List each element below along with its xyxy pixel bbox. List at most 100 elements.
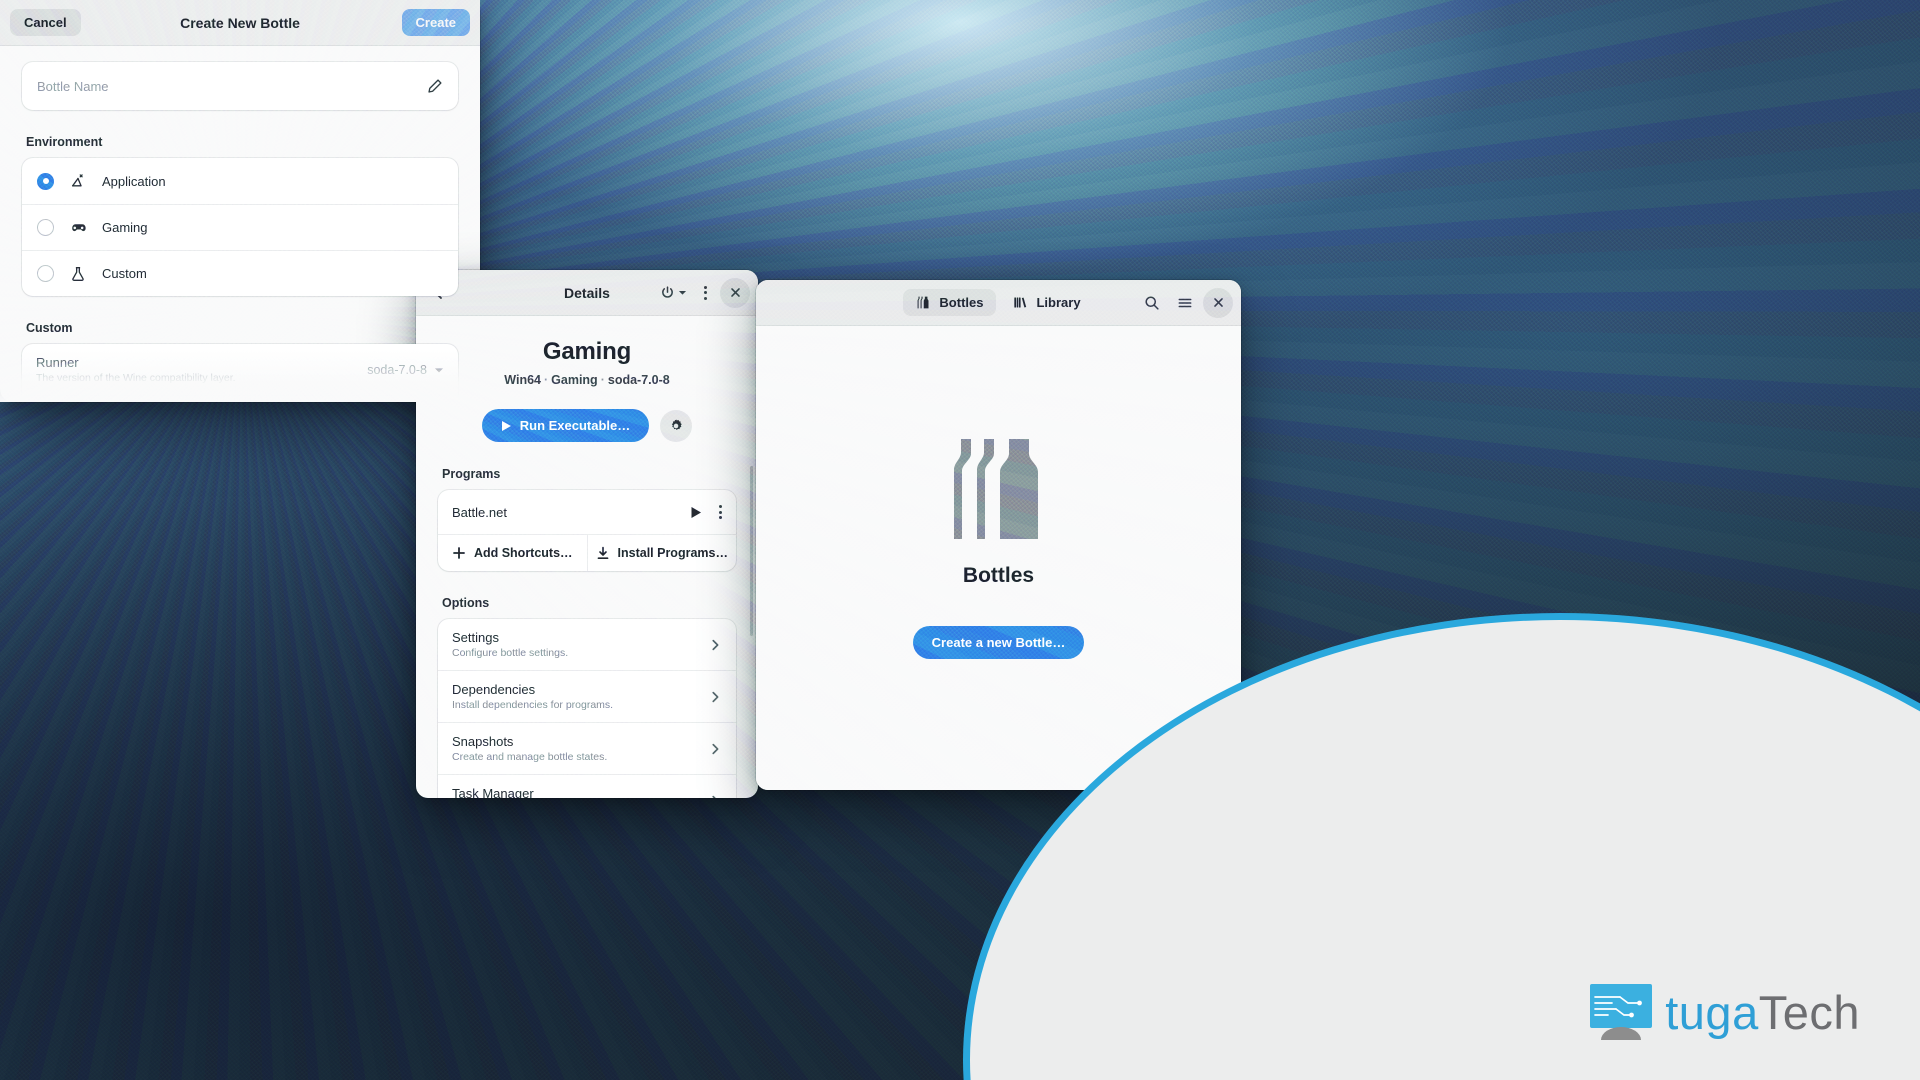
search-icon bbox=[1145, 295, 1159, 310]
program-menu-icon[interactable] bbox=[719, 505, 722, 519]
option-title: Settings bbox=[452, 630, 499, 645]
runner-dropdown[interactable]: soda-7.0-8 bbox=[367, 363, 444, 377]
env-label: Gaming bbox=[102, 220, 148, 235]
brand-text-secondary: Tech bbox=[1758, 985, 1860, 1039]
dialog-body: Bottle Name Environment Application Gami… bbox=[0, 46, 480, 402]
env-option-custom[interactable]: Custom bbox=[22, 250, 458, 296]
programs-card: Battle.net Add Shortcuts… Install Progra… bbox=[438, 490, 736, 571]
option-subtitle: Configure bottle settings. bbox=[452, 647, 569, 659]
bottle-meta: Win64 · Gaming · soda-7.0-8 bbox=[504, 373, 670, 387]
runner-value: soda-7.0-8 bbox=[367, 362, 427, 377]
install-programs-label: Install Programs… bbox=[617, 546, 728, 560]
search-button[interactable] bbox=[1137, 288, 1167, 318]
application-icon bbox=[68, 173, 88, 189]
program-name: Battle.net bbox=[452, 504, 507, 520]
env-label: Application bbox=[102, 173, 166, 189]
bottles-icon bbox=[918, 296, 929, 309]
options-section-label: Options bbox=[442, 596, 490, 610]
details-actions: Run Executable… bbox=[438, 409, 736, 442]
close-button[interactable] bbox=[720, 277, 750, 308]
programs-actions: Add Shortcuts… Install Programs… bbox=[438, 534, 736, 571]
option-subtitle: Install dependencies for programs. bbox=[452, 699, 614, 711]
play-icon bbox=[501, 420, 511, 431]
custom-card: Runner The version of the Wine compatibi… bbox=[22, 344, 458, 402]
custom-row-subtitle: The version of the Wine compatibility la… bbox=[36, 372, 236, 384]
option-title: Task Manager bbox=[452, 786, 534, 798]
option-title: Dependencies bbox=[452, 682, 536, 697]
run-executable-label: Run Executable… bbox=[519, 418, 631, 433]
bottles-header: Bottles Library bbox=[756, 280, 1241, 326]
caret-down-icon bbox=[435, 367, 443, 372]
program-row[interactable]: Battle.net bbox=[438, 490, 736, 534]
option-subtitle: Create and manage bottle states. bbox=[452, 751, 608, 763]
menu-button[interactable] bbox=[690, 278, 720, 308]
chevron-right-icon bbox=[712, 639, 719, 650]
main-menu-button[interactable] bbox=[1170, 288, 1200, 318]
create-bottle-dialog: Cancel Create New Bottle Create Bottle N… bbox=[0, 0, 480, 402]
tugatech-watermark: tugaTech bbox=[1590, 984, 1860, 1040]
meta-runner: soda-7.0-8 bbox=[607, 373, 670, 387]
env-option-application[interactable]: Application bbox=[22, 158, 458, 204]
tab-library-label: Library bbox=[1036, 295, 1081, 310]
bottles-illustration-icon bbox=[953, 437, 1045, 546]
tab-library[interactable]: Library bbox=[1000, 289, 1093, 316]
bottles-window: Bottles Library Bottles Create a new Bot… bbox=[756, 280, 1241, 790]
caret-down-icon bbox=[678, 290, 686, 295]
custom-row-architecture[interactable]: Architecture 64-bit bbox=[22, 395, 458, 402]
custom-row-runner[interactable]: Runner The version of the Wine compatibi… bbox=[22, 344, 458, 395]
brand-text-primary: tuga bbox=[1665, 985, 1759, 1039]
chevron-right-icon bbox=[712, 795, 717, 798]
add-shortcuts-label: Add Shortcuts… bbox=[473, 546, 573, 560]
env-option-gaming[interactable]: Gaming bbox=[22, 204, 458, 250]
create-button[interactable]: Create bbox=[401, 9, 470, 36]
library-icon bbox=[1014, 297, 1027, 308]
bottle-name-placeholder: Bottle Name bbox=[37, 78, 109, 94]
option-row-settings[interactable]: Settings Configure bottle settings. bbox=[438, 619, 736, 670]
option-row-task-manager[interactable]: Task Manager Manage running programs. bbox=[438, 774, 736, 798]
bottle-name-input[interactable]: Bottle Name bbox=[22, 62, 458, 110]
bottles-header-actions bbox=[1137, 287, 1233, 318]
radio-gaming[interactable] bbox=[37, 219, 54, 236]
option-row-dependencies[interactable]: Dependencies Install dependencies for pr… bbox=[438, 670, 736, 722]
programs-section-label: Programs bbox=[442, 467, 501, 481]
monitor-icon bbox=[1590, 984, 1653, 1040]
plus-icon bbox=[453, 547, 465, 559]
tab-bottles[interactable]: Bottles bbox=[903, 289, 997, 316]
bottle-title: Gaming bbox=[542, 338, 632, 365]
close-icon bbox=[730, 288, 740, 297]
option-title: Snapshots bbox=[452, 734, 514, 749]
desktop-background: tugaTech Details Gaming Win64 · Gaming ·… bbox=[0, 0, 1920, 1080]
environment-section-label: Environment bbox=[26, 135, 103, 149]
bottles-empty-state: Bottles Create a new Bottle… bbox=[756, 326, 1241, 790]
gamepad-icon bbox=[68, 219, 88, 236]
close-icon bbox=[1213, 298, 1223, 307]
environment-card: Application Gaming Custom bbox=[22, 158, 458, 296]
kebab-menu-icon bbox=[703, 285, 707, 300]
empty-state-title: Bottles bbox=[962, 564, 1035, 587]
details-scrollbar[interactable] bbox=[750, 466, 753, 636]
power-button[interactable] bbox=[656, 278, 690, 308]
install-programs-button[interactable]: Install Programs… bbox=[586, 535, 737, 571]
add-shortcuts-button[interactable]: Add Shortcuts… bbox=[438, 535, 587, 571]
radio-application[interactable] bbox=[37, 172, 54, 190]
meta-env: Gaming bbox=[551, 373, 598, 387]
chevron-right-icon bbox=[712, 691, 719, 702]
meta-arch: Win64 bbox=[504, 373, 541, 387]
cancel-button[interactable]: Cancel bbox=[10, 9, 81, 36]
create-new-bottle-label: Create a new Bottle… bbox=[931, 635, 1066, 650]
env-label: Custom bbox=[102, 266, 147, 281]
play-icon[interactable] bbox=[690, 506, 702, 519]
tab-bottles-label: Bottles bbox=[939, 295, 984, 310]
download-icon bbox=[597, 546, 608, 559]
hamburger-menu-icon bbox=[1178, 298, 1192, 307]
custom-row-title: Runner bbox=[36, 355, 79, 370]
run-executable-button[interactable]: Run Executable… bbox=[481, 409, 650, 442]
options-card: Settings Configure bottle settings. Depe… bbox=[438, 619, 736, 798]
option-row-snapshots[interactable]: Snapshots Create and manage bottle state… bbox=[438, 722, 736, 774]
dialog-header: Cancel Create New Bottle Create bbox=[0, 0, 480, 46]
bottle-settings-button[interactable] bbox=[660, 409, 693, 442]
create-new-bottle-button[interactable]: Create a new Bottle… bbox=[912, 626, 1085, 659]
close-button[interactable] bbox=[1203, 287, 1233, 318]
pencil-icon[interactable] bbox=[427, 78, 443, 94]
radio-custom[interactable] bbox=[37, 265, 54, 282]
